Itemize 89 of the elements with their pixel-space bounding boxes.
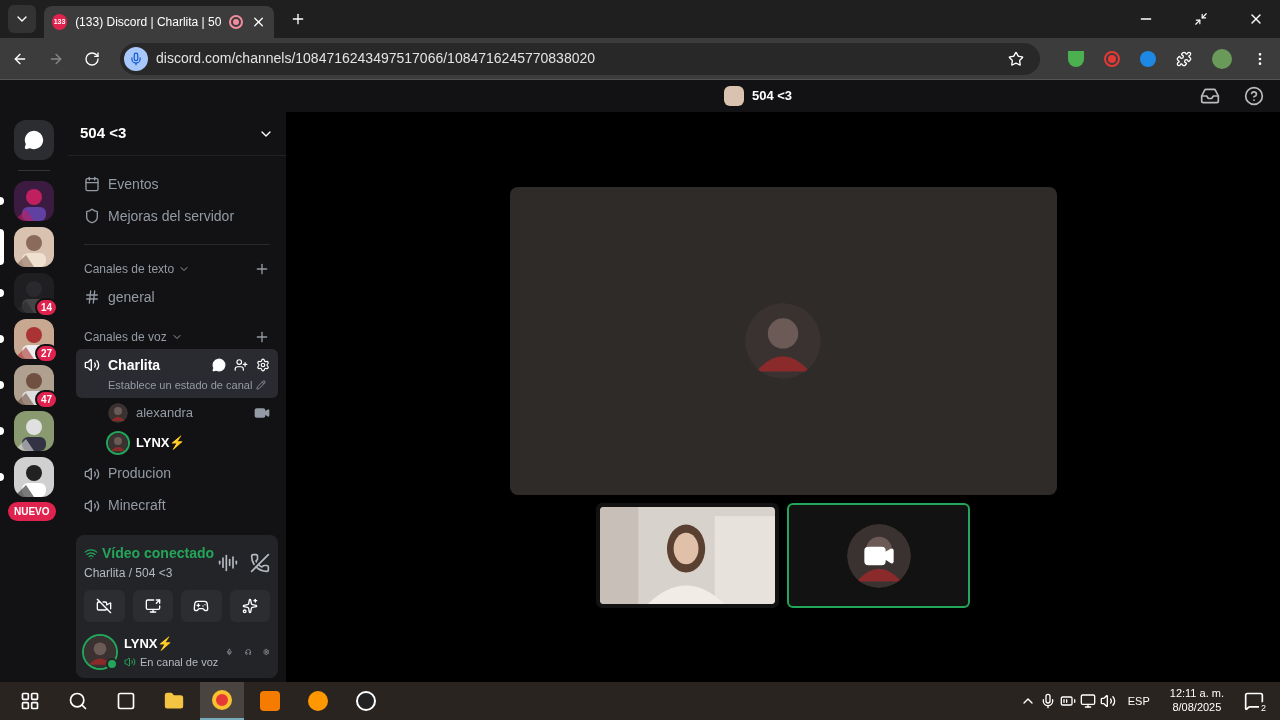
server-indicator: [0, 427, 4, 435]
inbox-icon[interactable]: [1200, 86, 1220, 106]
folder-icon[interactable]: [164, 691, 184, 711]
server-indicator: [0, 381, 4, 389]
record-icon[interactable]: [1104, 50, 1120, 67]
disconnect-icon[interactable]: [250, 552, 270, 573]
signal-icon: [84, 546, 98, 561]
boost-icon: [84, 208, 100, 224]
server-button[interactable]: 47: [14, 365, 54, 405]
language-indicator[interactable]: ESP: [1127, 692, 1150, 710]
discord-home-button[interactable]: [14, 120, 54, 160]
voice-channel[interactable]: Producion: [76, 457, 278, 490]
user-name: LYNX⚡: [124, 635, 175, 653]
sparkles-icon: [241, 598, 258, 614]
start-icon[interactable]: [20, 691, 40, 711]
voice-channel[interactable]: Minecraft: [76, 489, 278, 522]
chat-icon: [212, 358, 226, 372]
screen-share-button[interactable]: [132, 590, 173, 622]
mention-badge: 14: [34, 298, 58, 317]
activities-button[interactable]: [181, 590, 222, 622]
speaker-icon: [84, 497, 100, 514]
microphone-icon: [124, 46, 148, 71]
video-tile[interactable]: [509, 187, 1057, 495]
soundboard-button[interactable]: [229, 590, 270, 622]
tab-title: (133) Discord | Charlita | 50: [75, 14, 222, 31]
voice-channel[interactable]: Charlita Establece un estado de canal: [76, 349, 278, 398]
server-indicator: [0, 335, 4, 343]
hash-icon: [84, 289, 100, 305]
address-bar[interactable]: discord.com/channels/1084716243497517066/1084716245770838020: [120, 42, 1040, 75]
connection-location: Charlita / 504 <3: [84, 565, 174, 582]
help-icon[interactable]: [1244, 86, 1264, 106]
server-name[interactable]: 504 <3: [80, 122, 127, 145]
mention-badge: 47: [34, 390, 58, 409]
browser-icon[interactable]: [200, 682, 244, 720]
url-text: discord.com/channels/1084716243497517066/1084716245770838020: [156, 49, 597, 68]
invite-icon: [234, 358, 248, 372]
server-button[interactable]: [14, 227, 54, 267]
user-status: En canal de voz: [140, 654, 219, 670]
restore-icon[interactable]: [1194, 12, 1208, 26]
task-view-icon[interactable]: [116, 691, 136, 711]
text-channel[interactable]: general: [76, 281, 278, 313]
category-header[interactable]: Canales de texto: [84, 260, 175, 278]
reload-icon[interactable]: [84, 50, 100, 67]
server-icon: [723, 86, 744, 106]
battery-icon[interactable]: [1059, 693, 1076, 709]
notifications-icon[interactable]: [1244, 691, 1264, 711]
extensions-icon[interactable]: [1176, 50, 1192, 67]
new-badge: NUEVO: [8, 502, 56, 521]
camera-off-icon: [96, 598, 113, 614]
server-indicator: [0, 197, 4, 205]
speaker-icon: [124, 655, 136, 668]
recording-icon: [229, 15, 243, 29]
camera-off-button[interactable]: [84, 590, 125, 622]
server-button[interactable]: [14, 457, 54, 497]
server-indicator: [0, 473, 4, 481]
voice-member[interactable]: LYNX⚡: [76, 427, 278, 458]
speaker-icon: [84, 465, 100, 482]
menu-item[interactable]: Eventos: [76, 168, 278, 200]
server-indicator: [0, 229, 4, 265]
server-title: 504 <3: [751, 87, 793, 106]
pencil-icon: [256, 380, 267, 391]
connection-status: Vídeo conectado: [102, 544, 215, 563]
screen-share-icon: [144, 598, 161, 614]
volume-icon[interactable]: [1099, 693, 1116, 709]
new-tab-icon[interactable]: [290, 11, 306, 27]
search-icon[interactable]: [68, 691, 88, 711]
add-channel-icon[interactable]: [254, 261, 270, 277]
calendar-icon: [84, 176, 100, 192]
voice-member[interactable]: alexandra: [76, 397, 278, 428]
channel-status: Establece un estado de canal: [108, 378, 253, 393]
add-channel-icon[interactable]: [254, 329, 270, 345]
profile-avatar[interactable]: [1212, 48, 1232, 69]
server-button[interactable]: 14: [14, 273, 54, 313]
network-icon[interactable]: [1079, 693, 1096, 709]
clock[interactable]: 12:11 a. m. 8/08/2025: [1169, 687, 1224, 715]
settings-icon: [256, 358, 270, 372]
menu-item[interactable]: Mejoras del servidor: [76, 200, 278, 232]
gamepad-icon: [193, 598, 210, 614]
server-button[interactable]: [14, 411, 54, 451]
category-header[interactable]: Canales de voz: [84, 328, 167, 346]
shield-icon[interactable]: [1068, 50, 1084, 67]
tab-list-button[interactable]: [8, 5, 36, 33]
mention-badge: 27: [34, 344, 58, 363]
bookmark-icon[interactable]: [1008, 50, 1024, 67]
server-button[interactable]: 27: [14, 319, 54, 359]
server-indicator: [0, 289, 4, 297]
noise-suppression-icon[interactable]: [218, 552, 238, 573]
speaker-icon: [84, 357, 100, 373]
video-tile[interactable]: [787, 503, 970, 608]
